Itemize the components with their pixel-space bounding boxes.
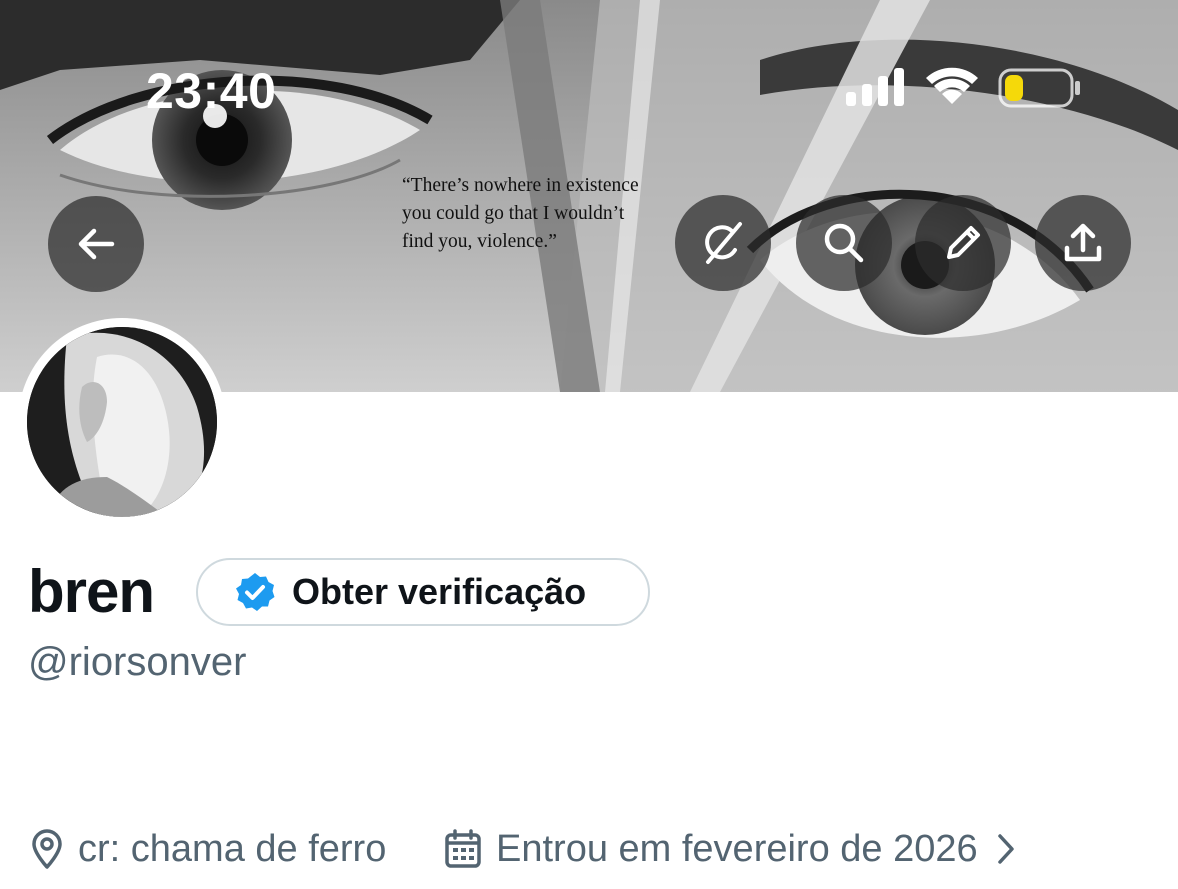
share-icon (1064, 223, 1102, 262)
location-text: cr: chama de ferro (78, 827, 387, 870)
search-button[interactable] (796, 195, 892, 291)
display-name: bren (28, 558, 155, 625)
grok-icon (705, 222, 742, 264)
profile-join-date[interactable]: Entrou em fevereiro de 2026 (444, 822, 1016, 876)
back-arrow-icon (78, 228, 115, 260)
profile-location: cr: chama de ferro (30, 822, 386, 876)
profile-handle: @riorsonver (28, 640, 247, 684)
status-time: 23:40 (146, 63, 277, 119)
chevron-right-icon (997, 834, 1014, 864)
pencil-icon (947, 226, 980, 259)
get-verified-button[interactable]: Obter verificação (196, 558, 650, 626)
join-date-text: Entrou em fevereiro de 2026 (496, 827, 978, 870)
location-pin-icon (32, 829, 62, 869)
banner-quote: “There’s nowhere in existence you could … (402, 175, 639, 252)
calendar-icon (445, 829, 481, 868)
status-icons (846, 67, 1080, 108)
avatar[interactable] (27, 327, 217, 517)
avatar-photo (27, 327, 217, 517)
back-button[interactable] (48, 196, 144, 292)
battery-low-icon (998, 68, 1080, 108)
cellular-signal-icon (846, 68, 904, 106)
get-verified-label: Obter verificação (292, 571, 587, 612)
share-button[interactable] (1035, 195, 1131, 291)
search-icon (824, 223, 864, 263)
verified-badge-icon (236, 573, 275, 611)
grok-button[interactable] (675, 195, 771, 291)
edit-button[interactable] (915, 195, 1011, 291)
wifi-icon (926, 67, 978, 104)
